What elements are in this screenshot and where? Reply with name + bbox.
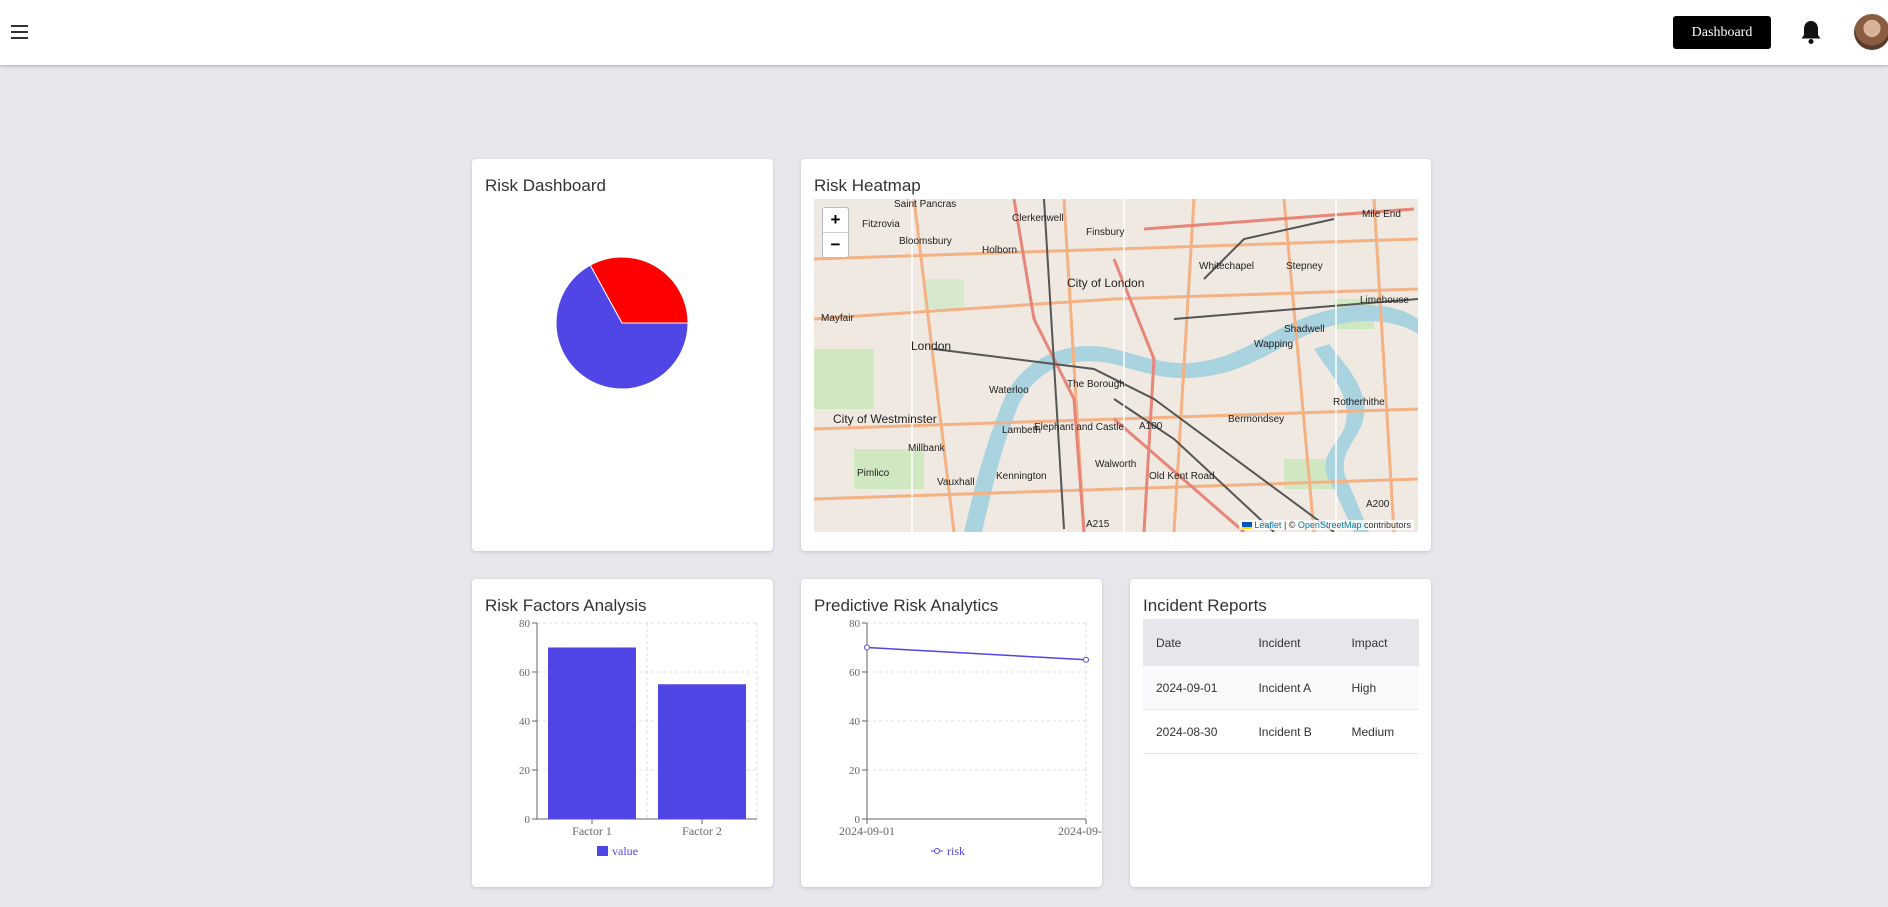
table-header-row: Date Incident Impact xyxy=(1143,619,1419,666)
map-place-label: Saint Pancras xyxy=(894,199,957,210)
map-place-label: A200 xyxy=(1366,499,1390,510)
table-cell: Medium xyxy=(1338,709,1419,754)
legend-marker xyxy=(934,848,940,854)
zoom-control: + − xyxy=(822,207,849,258)
map-place-label: Bloomsbury xyxy=(899,236,952,247)
map-place-label: Limehouse xyxy=(1360,295,1409,306)
card-title: Risk Heatmap xyxy=(814,176,921,195)
dashboard-button[interactable]: Dashboard xyxy=(1673,16,1771,49)
avatar[interactable] xyxy=(1854,14,1888,50)
risk-factors-bar-chart: 0 20 40 60 80 Factor 1 Factor 2 value xyxy=(519,618,758,858)
map-place-label: Elephant and Castle xyxy=(1034,422,1125,433)
map-view[interactable]: Saint Pancras Fitzrovia Clerkenwell Finsbur… xyxy=(814,199,1418,532)
map-place-label: Millbank xyxy=(908,443,945,454)
table-cell: Incident B xyxy=(1245,709,1339,754)
osm-link[interactable]: OpenStreetMap xyxy=(1298,520,1362,530)
map-place-label: Mile End xyxy=(1362,209,1401,220)
legend-label: value xyxy=(612,844,638,858)
zoom-out-button[interactable]: − xyxy=(823,232,848,257)
column-header: Impact xyxy=(1338,619,1419,666)
map-place-label: Pimlico xyxy=(857,468,890,479)
y-tick-label: 20 xyxy=(519,765,531,777)
legend-swatch xyxy=(597,846,608,856)
map-place-label: Stepney xyxy=(1286,261,1323,272)
map-place-label: Rotherhithe xyxy=(1333,397,1385,408)
incident-reports-card: Incident Reports Date Incident Impact 20… xyxy=(1130,579,1431,887)
map-place-label: City of London xyxy=(1067,276,1145,290)
x-tick-label: 2024-09-01 xyxy=(839,824,895,838)
menu-icon[interactable] xyxy=(8,20,32,44)
y-tick-label: 20 xyxy=(849,765,861,777)
map-place-label: Waterloo xyxy=(989,385,1029,396)
risk-dashboard-card: Risk Dashboard xyxy=(472,159,773,551)
predictive-line-chart: 0204060802024-09-012024-09-02risk xyxy=(839,618,1102,858)
x-tick-label: Factor 1 xyxy=(572,824,612,838)
map-place-label: Fitzrovia xyxy=(862,219,900,230)
map-place-label: Shadwell xyxy=(1284,324,1325,335)
y-tick-label: 80 xyxy=(519,618,531,630)
map-place-label: Mayfair xyxy=(821,313,854,324)
map-place-label: Bermondsey xyxy=(1228,414,1285,425)
y-tick-label: 40 xyxy=(849,716,861,728)
table-cell: 2024-09-01 xyxy=(1143,666,1246,710)
top-app-bar: Dashboard xyxy=(0,0,1888,65)
attribution-separator: | © xyxy=(1281,520,1298,530)
map-place-label: Vauxhall xyxy=(937,477,975,488)
map-place-label: Walworth xyxy=(1095,459,1137,470)
data-point xyxy=(1083,656,1089,663)
risk-heatmap-card: Risk Heatmap Saint Pancras Fitzrovia Cle… xyxy=(801,159,1431,551)
map-place-label: Clerkenwell xyxy=(1012,213,1064,224)
incident-table: Date Incident Impact 2024-09-01 Incident… xyxy=(1143,619,1419,754)
table-row: 2024-08-30 Incident B Medium xyxy=(1143,709,1419,754)
y-tick-label: 0 xyxy=(525,814,531,826)
bar xyxy=(548,647,636,819)
map-place-label: The Borough xyxy=(1067,379,1125,390)
map-place-label: Kennington xyxy=(996,471,1047,482)
map-tiles xyxy=(814,199,1418,532)
table-cell: 2024-08-30 xyxy=(1143,709,1246,754)
attribution-tail: contributors xyxy=(1361,520,1411,530)
bar xyxy=(658,684,746,819)
table-cell: High xyxy=(1338,666,1419,710)
map-attribution: Leaflet | © OpenStreetMap contributors xyxy=(1238,520,1414,530)
card-title: Incident Reports xyxy=(1143,596,1267,615)
zoom-in-button[interactable]: + xyxy=(823,208,848,232)
y-tick-label: 40 xyxy=(519,716,531,728)
flag-icon xyxy=(1241,522,1252,530)
map-place-label: Holborn xyxy=(982,245,1018,256)
column-header: Date xyxy=(1143,619,1246,666)
x-tick-label: 2024-09-02 xyxy=(1058,824,1102,838)
legend-label: risk xyxy=(947,844,965,858)
table-row: 2024-09-01 Incident A High xyxy=(1143,666,1419,710)
map-place-label: Whitechapel xyxy=(1199,261,1255,272)
map-place-label: London xyxy=(911,339,952,353)
map-place-label: Old Kent Road xyxy=(1149,471,1215,482)
map-place-label: City of Westminster xyxy=(833,412,937,426)
map-place-label: Finsbury xyxy=(1086,227,1125,238)
y-tick-label: 80 xyxy=(849,618,861,630)
map-place-label: Wapping xyxy=(1254,339,1294,350)
bell-icon[interactable] xyxy=(1799,19,1823,45)
table-cell: Incident A xyxy=(1245,666,1339,710)
risk-pie-chart xyxy=(555,256,689,390)
risk-factors-card: Risk Factors Analysis 0 20 40 60 80 Factor 1F… xyxy=(472,579,773,887)
y-tick-label: 60 xyxy=(849,667,861,679)
predictive-risk-card: Predictive Risk Analytics 0 20 40 60 80 2024-… xyxy=(801,579,1102,887)
map-place-label: A100 xyxy=(1139,421,1163,432)
column-header: Incident xyxy=(1245,619,1339,666)
data-point xyxy=(864,644,870,651)
series-line xyxy=(866,646,1087,661)
x-tick-label: Factor 2 xyxy=(682,824,722,838)
y-tick-label: 60 xyxy=(519,667,531,679)
leaflet-link[interactable]: Leaflet xyxy=(1254,520,1281,530)
map-place-label: A215 xyxy=(1086,519,1110,530)
